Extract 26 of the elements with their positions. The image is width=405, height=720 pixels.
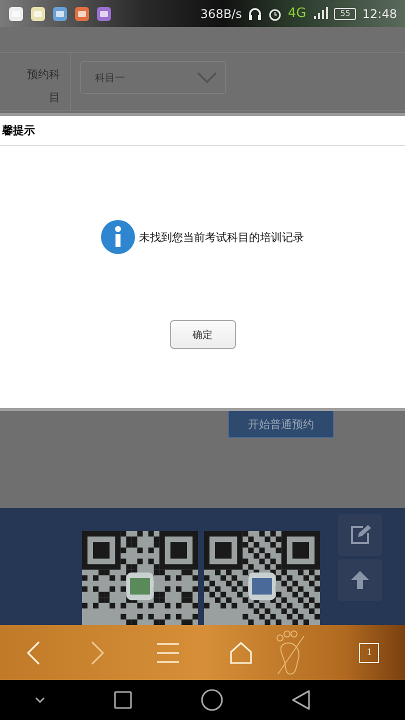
info-icon [101, 220, 135, 254]
ok-button[interactable]: 确定 [170, 320, 236, 349]
back-icon[interactable] [292, 690, 310, 710]
forward-icon[interactable] [91, 640, 106, 664]
home-icon[interactable] [201, 689, 224, 711]
chevron-down-icon[interactable] [34, 697, 45, 703]
headphones-icon [248, 6, 262, 20]
network-type: 4G [288, 6, 306, 21]
scroll-top-button[interactable] [338, 559, 382, 601]
arrow-up-icon [350, 570, 370, 590]
clock: 12:48 [362, 6, 397, 20]
start-booking-button[interactable]: 开始普通预约 [228, 410, 334, 438]
menu-icon[interactable] [156, 642, 179, 662]
edit-icon [349, 524, 371, 546]
chevron-down-icon [197, 72, 217, 84]
edit-button[interactable] [338, 514, 382, 556]
network-speed: 368B/s [200, 6, 242, 20]
recents-icon[interactable] [114, 691, 132, 709]
signal-icon [312, 6, 328, 20]
dialog-title: 馨提示 [2, 123, 35, 138]
dialog-message: 未找到您当前考试科目的培训记录 [139, 230, 304, 244]
tab-count-button[interactable]: 1 [359, 642, 380, 662]
field-label: 目 [49, 90, 60, 105]
alarm-icon [268, 6, 282, 20]
field-label: 预约科 [27, 67, 60, 82]
battery-level: 55 [334, 8, 356, 20]
